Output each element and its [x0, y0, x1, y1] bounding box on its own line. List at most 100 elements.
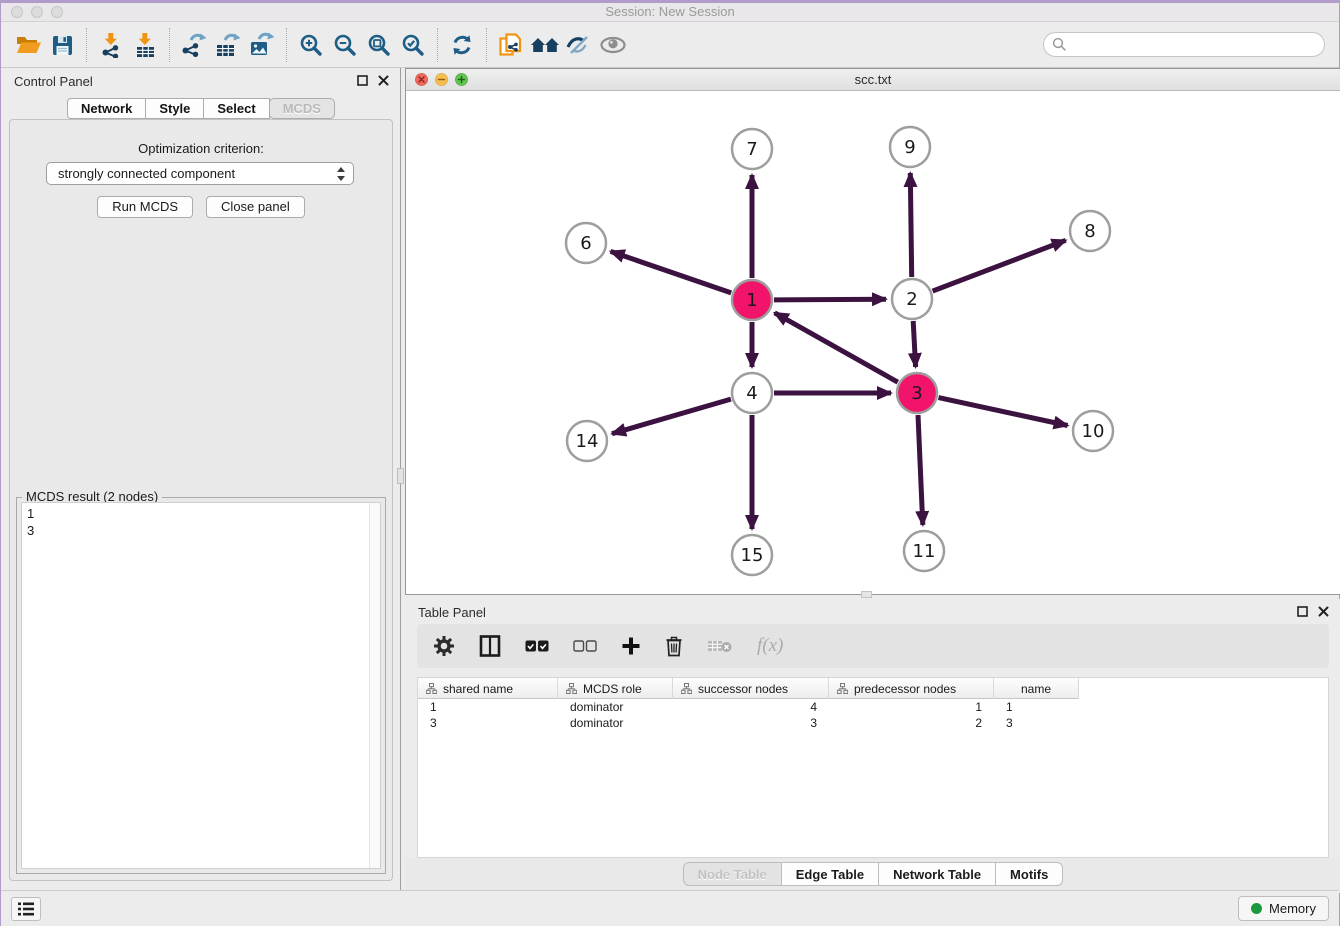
mcds-result-item[interactable]: 3	[27, 522, 375, 539]
column-header-name[interactable]: name	[994, 678, 1079, 699]
node-15[interactable]: 15	[732, 535, 772, 575]
panel-splitter[interactable]	[400, 68, 404, 893]
hide-visual-button[interactable]	[562, 28, 596, 62]
maximize-window-button[interactable]	[51, 6, 63, 18]
float-panel-icon[interactable]	[357, 75, 368, 86]
task-history-button[interactable]	[11, 897, 41, 921]
zoom-fit-button[interactable]	[362, 28, 396, 62]
node-9[interactable]: 9	[890, 127, 930, 167]
edge-2-3[interactable]	[913, 321, 915, 367]
splitter-handle[interactable]	[397, 468, 404, 484]
node-7[interactable]: 7	[732, 129, 772, 169]
column-header-shared-name[interactable]: shared name	[418, 678, 558, 699]
function-builder-button[interactable]: f(x)	[757, 635, 783, 657]
cell-predecessor-nodes[interactable]: 1	[829, 699, 994, 715]
close-panel-icon[interactable]	[378, 75, 389, 86]
edge-3-10[interactable]	[939, 398, 1068, 426]
export-table-button[interactable]	[211, 28, 245, 62]
table-settings-button[interactable]	[433, 635, 455, 657]
refresh-layout-button[interactable]	[445, 28, 479, 62]
column-header-predecessor-nodes[interactable]: predecessor nodes	[829, 678, 994, 699]
splitter-handle[interactable]	[861, 591, 872, 598]
columns-icon	[479, 635, 501, 657]
cell-shared-name[interactable]: 3	[418, 715, 558, 731]
close-panel-button[interactable]: Close panel	[206, 196, 305, 218]
open-session-button[interactable]	[11, 28, 45, 62]
add-column-button[interactable]	[621, 636, 641, 656]
table-panel-title: Table Panel	[418, 605, 486, 620]
import-network-button[interactable]	[94, 28, 128, 62]
edge-2-9[interactable]	[910, 173, 911, 277]
tab-network-table[interactable]: Network Table	[878, 862, 996, 886]
cell-mcds-role[interactable]: dominator	[558, 699, 673, 715]
node-8[interactable]: 8	[1070, 211, 1110, 251]
copy-network-button[interactable]	[494, 28, 528, 62]
toolbar-separator	[86, 28, 87, 62]
tab-motifs[interactable]: Motifs	[995, 862, 1063, 886]
export-network-button[interactable]	[177, 28, 211, 62]
node-6[interactable]: 6	[566, 223, 606, 263]
tab-style[interactable]: Style	[145, 98, 204, 119]
optimization-criterion-select[interactable]: strongly connected component	[46, 162, 354, 185]
column-view-button[interactable]	[479, 635, 501, 657]
mcds-result-scrollbar[interactable]	[369, 503, 380, 868]
zoom-in-button[interactable]	[294, 28, 328, 62]
float-panel-icon[interactable]	[1297, 606, 1308, 617]
svg-text:14: 14	[576, 431, 599, 452]
show-visual-button[interactable]	[596, 28, 630, 62]
cell-name[interactable]: 1	[994, 699, 1079, 715]
tab-node-table[interactable]: Node Table	[683, 862, 782, 886]
minimize-network-button[interactable]	[435, 73, 448, 86]
save-session-button[interactable]	[45, 28, 79, 62]
column-header-successor-nodes[interactable]: successor nodes	[673, 678, 829, 699]
node-1[interactable]: 1	[732, 280, 772, 320]
edge-4-14[interactable]	[612, 399, 731, 434]
node-11[interactable]: 11	[904, 531, 944, 571]
cell-successor-nodes[interactable]: 4	[673, 699, 829, 715]
memory-button[interactable]: Memory	[1238, 896, 1329, 921]
table-row[interactable]: 3dominator323	[418, 715, 1328, 731]
tab-select[interactable]: Select	[203, 98, 269, 119]
node-2[interactable]: 2	[892, 279, 932, 319]
run-mcds-button[interactable]: Run MCDS	[97, 196, 193, 218]
export-image-button[interactable]	[245, 28, 279, 62]
network-canvas[interactable]: 7 9 6 8 1 2 4 3 14 10 15 11	[406, 91, 1340, 594]
minimize-window-button[interactable]	[31, 6, 43, 18]
cell-name[interactable]: 3	[994, 715, 1079, 731]
edge-3-11[interactable]	[918, 415, 923, 525]
zoom-selected-button[interactable]	[396, 28, 430, 62]
tab-network[interactable]: Network	[67, 98, 146, 119]
node-3[interactable]: 3	[897, 373, 937, 413]
close-window-button[interactable]	[11, 6, 23, 18]
close-panel-icon[interactable]	[1318, 606, 1329, 617]
table-row[interactable]: 1dominator411	[418, 699, 1328, 715]
select-all-button[interactable]	[525, 640, 549, 652]
unselect-all-button[interactable]	[573, 640, 597, 652]
edge-2-8[interactable]	[933, 240, 1066, 291]
delete-table-button[interactable]	[707, 638, 733, 654]
node-4[interactable]: 4	[732, 373, 772, 413]
column-header-mcds-role[interactable]: MCDS role	[558, 678, 673, 699]
window-titlebar: Session: New Session	[1, 3, 1339, 22]
node-14[interactable]: 14	[567, 421, 607, 461]
cell-successor-nodes[interactable]: 3	[673, 715, 829, 731]
zoom-out-button[interactable]	[328, 28, 362, 62]
node-10[interactable]: 10	[1073, 411, 1113, 451]
cell-shared-name[interactable]: 1	[418, 699, 558, 715]
search-input[interactable]	[1043, 32, 1325, 57]
zoom-network-button[interactable]	[455, 73, 468, 86]
home-layout-button[interactable]	[528, 28, 562, 62]
close-network-button[interactable]	[415, 73, 428, 86]
mcds-result-item[interactable]: 1	[27, 505, 375, 522]
import-table-button[interactable]	[128, 28, 162, 62]
delete-column-button[interactable]	[665, 635, 683, 657]
network-window-titlebar[interactable]: scc.txt	[406, 69, 1340, 91]
edge-1-6[interactable]	[611, 251, 732, 293]
cell-predecessor-nodes[interactable]: 2	[829, 715, 994, 731]
tab-edge-table[interactable]: Edge Table	[781, 862, 879, 886]
cell-mcds-role[interactable]: dominator	[558, 715, 673, 731]
tab-mcds[interactable]: MCDS	[269, 98, 335, 119]
save-icon	[50, 33, 74, 57]
edge-3-1[interactable]	[775, 313, 898, 382]
edge-1-2[interactable]	[774, 299, 886, 300]
